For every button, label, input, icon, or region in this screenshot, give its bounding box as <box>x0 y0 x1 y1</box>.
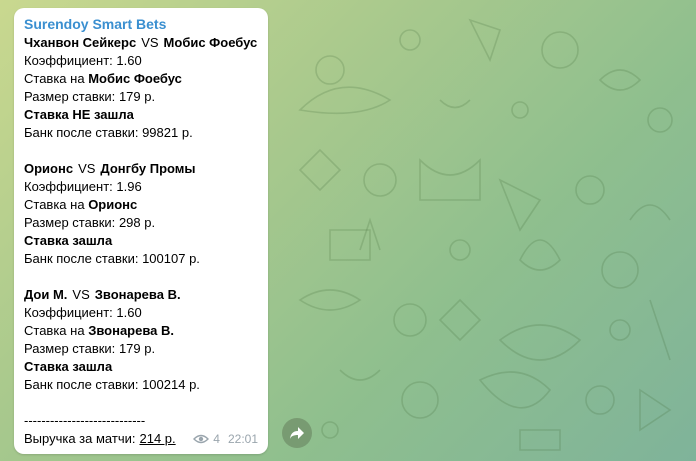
bet-on-line: Ставка на Мобис Фоебус <box>24 70 258 88</box>
bet-result: Ставка зашла <box>24 359 113 374</box>
separator-line: ---------------------------- <box>24 413 146 428</box>
bet-on-label: Ставка на <box>24 323 85 338</box>
bank-value: 100214 р. <box>142 377 200 392</box>
bet-size-line: Размер ставки: 179 р. <box>24 88 258 106</box>
message-meta: 4 22:01 <box>193 430 258 448</box>
vs-label: VS <box>141 35 159 50</box>
bet-size-value: 179 р. <box>118 89 156 104</box>
match-title: Чханвон Сейкерс VS Мобис Фоебус <box>24 34 258 52</box>
bet-result: Ставка НЕ зашла <box>24 107 134 122</box>
message-time: 22:01 <box>227 432 258 446</box>
summary-line: Выручка за матчи: 214 р. 4 22:01 <box>24 430 258 448</box>
bank-value: 100107 р. <box>142 251 200 266</box>
eye-icon <box>193 434 210 444</box>
coefficient-value: 1.60 <box>116 53 142 68</box>
team1-name: Чханвон Сейкерс <box>24 35 137 50</box>
coefficient-value: 1.60 <box>116 305 142 320</box>
coefficient-label: Коэффициент: <box>24 179 113 194</box>
summary-label: Выручка за матчи: <box>24 431 136 446</box>
team2-name: Мобис Фоебус <box>163 35 258 50</box>
bet-on-team: Мобис Фоебус <box>88 71 182 86</box>
coefficient-value: 1.96 <box>116 179 142 194</box>
bet-size-line: Размер ставки: 179 р. <box>24 340 258 358</box>
bet-on-line: Ставка на Звонарева В. <box>24 322 258 340</box>
bet-on-team: Орионс <box>88 197 138 212</box>
views-count: 4 <box>213 432 220 446</box>
bet-size-label: Размер ставки: <box>24 341 116 356</box>
bet-on-label: Ставка на <box>24 71 85 86</box>
coefficient-line: Коэффициент: 1.60 <box>24 304 258 322</box>
bet-on-label: Ставка на <box>24 197 85 212</box>
coefficient-line: Коэффициент: 1.60 <box>24 52 258 70</box>
summary-value-link[interactable]: 214 р. <box>139 430 175 448</box>
forward-button[interactable] <box>282 418 312 448</box>
team2-name: Звонарева В. <box>94 287 181 302</box>
bet-size-line: Размер ставки: 298 р. <box>24 214 258 232</box>
bet-on-team: Звонарева В. <box>88 323 175 338</box>
bank-line: Банк после ставки: 100214 р. <box>24 376 258 394</box>
team1-name: Дои М. <box>24 287 68 302</box>
vs-label: VS <box>78 161 96 176</box>
match-title: Орионс VS Донгбу Промы <box>24 160 258 178</box>
bet-result: Ставка зашла <box>24 233 113 248</box>
bet-size-label: Размер ставки: <box>24 215 116 230</box>
bet-size-value: 179 р. <box>118 341 156 356</box>
team2-name: Донгбу Промы <box>100 161 196 176</box>
bank-label: Банк после ставки: <box>24 251 139 266</box>
bet-size-label: Размер ставки: <box>24 89 116 104</box>
bank-label: Банк после ставки: <box>24 125 139 140</box>
bank-label: Банк после ставки: <box>24 377 139 392</box>
coefficient-label: Коэффициент: <box>24 53 113 68</box>
bet-on-line: Ставка на Орионс <box>24 196 258 214</box>
message-bubble[interactable]: Surendoy Smart Bets Чханвон Сейкерс VS Моб… <box>14 8 268 454</box>
coefficient-line: Коэффициент: 1.96 <box>24 178 258 196</box>
bank-line: Банк после ставки: 99821 р. <box>24 124 258 142</box>
bank-line: Банк после ставки: 100107 р. <box>24 250 258 268</box>
channel-name[interactable]: Surendoy Smart Bets <box>24 15 258 33</box>
vs-label: VS <box>72 287 90 302</box>
forward-arrow-icon <box>290 427 304 439</box>
team1-name: Орионс <box>24 161 74 176</box>
coefficient-label: Коэффициент: <box>24 305 113 320</box>
match-title: Дои М. VS Звонарева В. <box>24 286 258 304</box>
bet-size-value: 298 р. <box>118 215 156 230</box>
bank-value: 99821 р. <box>142 125 193 140</box>
